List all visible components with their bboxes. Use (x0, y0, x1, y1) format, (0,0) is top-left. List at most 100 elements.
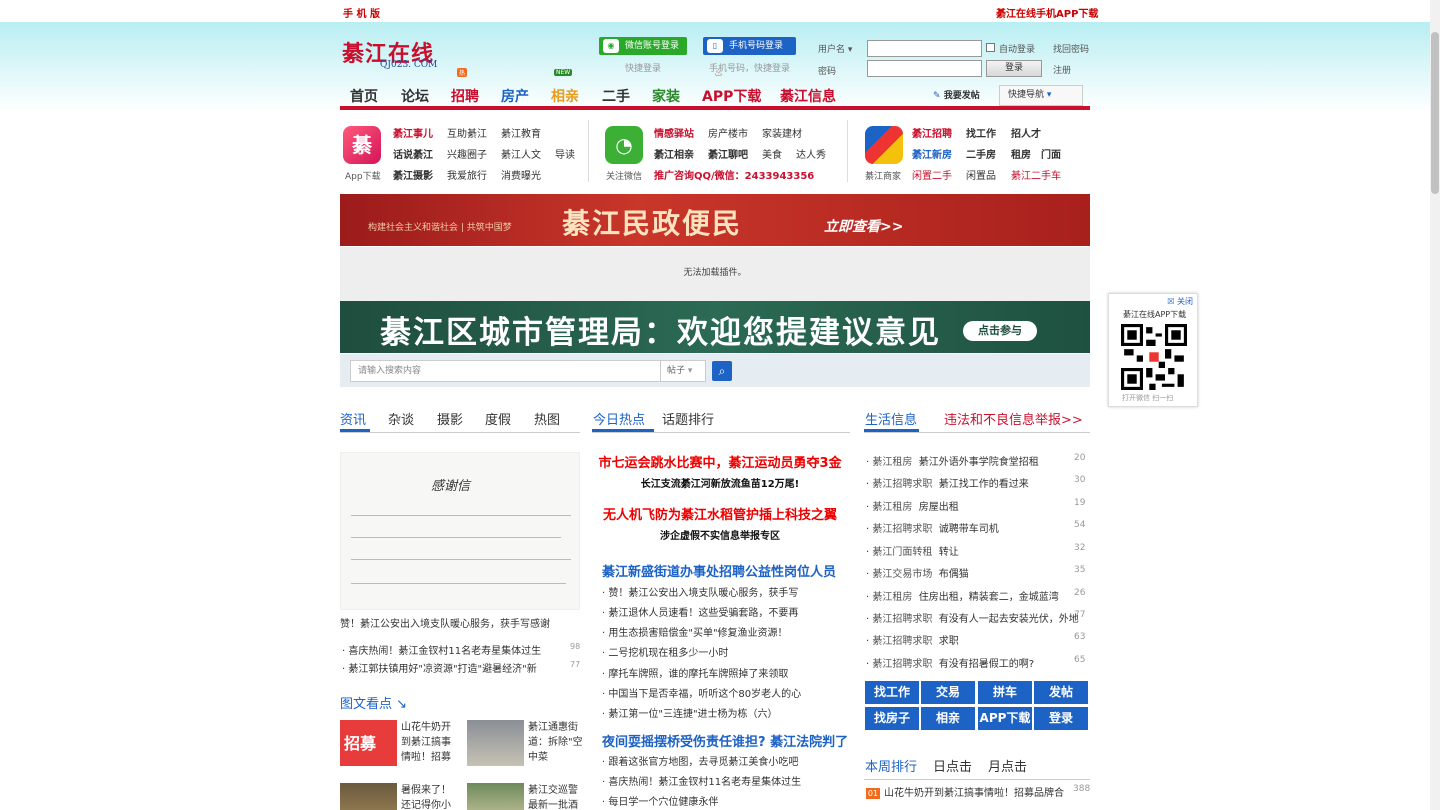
register-link[interactable]: 注册 (1053, 63, 1071, 76)
tab-photography[interactable]: 摄影 (437, 409, 463, 428)
search-input[interactable]: 请输入搜索内容 (350, 360, 670, 382)
list-item[interactable]: · 綦江交易市场 布偶猫 35 (866, 565, 1088, 580)
sub-headline[interactable]: 涉企虚假不实信息举报专区 (590, 527, 850, 542)
list-item[interactable]: · 喜庆热闹！綦江金钗村11名老寿星集体过生 (602, 773, 801, 788)
headline[interactable]: 无人机飞防为綦江水稻管护插上科技之翼 (590, 504, 850, 523)
link-guide[interactable]: 导读 (555, 146, 575, 161)
gallery-text[interactable]: 綦江交巡警最新一批酒 (528, 783, 584, 810)
link-hire[interactable]: 招人才 (1011, 125, 1041, 140)
nav-qijiang-info[interactable]: 綦江信息 (780, 86, 836, 106)
thank-you-letter-photo[interactable]: 感谢信 (340, 452, 580, 610)
app-download-icon[interactable]: 綦 (343, 126, 381, 164)
wechat-follow-icon[interactable]: ◔ (605, 126, 643, 164)
list-item[interactable]: · 每日学一个穴位健康永伴 (602, 793, 718, 808)
search-scope-select[interactable]: 帖子 ▾ (660, 360, 706, 382)
link-consumer-exposure[interactable]: 消费曝光 (501, 167, 541, 182)
nav-jobs[interactable]: 招聘 (451, 86, 479, 106)
list-item[interactable]: · 二号挖机现在租多少一小时 (602, 644, 728, 659)
gallery-thumb[interactable] (467, 720, 524, 766)
app-download-button[interactable]: APP下载 (978, 707, 1032, 730)
wechat-login-button[interactable]: ◉ 微信账号登录 (599, 37, 687, 55)
list-item[interactable]: · 綦江租房 房屋出租 19 (866, 498, 1088, 513)
scrollbar-thumb[interactable] (1431, 32, 1439, 194)
trade-button[interactable]: 交易 (921, 681, 975, 704)
phone-login-button[interactable]: ▯ 手机号码登录 (703, 37, 796, 55)
site-logo[interactable]: 綦江在线 QJ023. COM (342, 36, 437, 70)
gallery-thumb[interactable] (340, 783, 397, 810)
nav-home[interactable]: 首页 (350, 86, 378, 106)
username-input[interactable] (867, 40, 982, 57)
nav-forum[interactable]: 论坛 (401, 86, 429, 106)
link-travel[interactable]: 我爱旅行 (447, 167, 487, 182)
search-button[interactable]: ⌕ (712, 361, 732, 381)
auto-login-checkbox[interactable] (986, 43, 995, 52)
list-item[interactable]: · 綦江招聘求职 求职 63 (866, 632, 1088, 647)
dating-button[interactable]: 相亲 (921, 707, 975, 730)
list-item[interactable]: · 綦江退休人员速看！这些受骗套路，不要再 (602, 604, 798, 619)
banner-cta[interactable]: 点击参与 (963, 321, 1037, 341)
tab-topic-rank[interactable]: 话题排行 (662, 409, 714, 428)
link-second-hand-homes[interactable]: 二手房 (966, 146, 996, 161)
list-item[interactable]: · 綦江招聘求职 有没有招暑假工的啊? 65 (866, 655, 1088, 670)
link-building-materials[interactable]: 家装建材 (762, 125, 802, 140)
gallery-text[interactable]: 暑假来了！还记得你小 (401, 783, 457, 810)
rank-item[interactable]: 01 山花牛奶开到綦江搞事情啦！招募品牌合 388 (866, 784, 1090, 799)
gallery-thumb[interactable] (467, 783, 524, 810)
tab-today-hot[interactable]: 今日热点 (593, 409, 645, 428)
link-recruitment[interactable]: 綦江招聘 (912, 125, 952, 140)
tab-vacation[interactable]: 度假 (485, 409, 511, 428)
list-item[interactable]: · 綦江招聘求职 有没有人一起去安装光伏，外地 77 (866, 610, 1088, 625)
quick-nav-dropdown[interactable]: 快捷导航 ▾ (999, 85, 1083, 106)
mobile-version-link[interactable]: 手 机 版 (343, 5, 380, 20)
photo-caption[interactable]: 赞！綦江公安出入境支队暖心服务，获手写感谢 (340, 615, 550, 630)
tab-monthly-clicks[interactable]: 月点击 (988, 756, 1027, 775)
page-scrollbar[interactable] (1430, 0, 1440, 810)
list-item[interactable]: · 綦江招聘求职 诚聘带车司机 54 (866, 520, 1088, 535)
forgot-password-link[interactable]: 找回密码 (1053, 42, 1089, 55)
link-idle-items[interactable]: 闲置品 (966, 167, 996, 182)
link-used-cars[interactable]: 綦江二手车 (1011, 167, 1061, 182)
list-item[interactable]: · 中国当下是否幸福，听听这个80岁老人的心 (602, 685, 801, 700)
gallery-text[interactable]: 山花牛奶开到綦江搞事情啦！招募 (401, 720, 457, 765)
link-chat[interactable]: 綦江聊吧 (708, 146, 748, 161)
new-post-button[interactable]: 发帖 (1034, 681, 1088, 704)
sub-headline[interactable]: 长江支流綦江河新放流鱼苗12万尾! (590, 475, 850, 490)
link-idle-secondhand[interactable]: 闲置二手 (912, 167, 952, 182)
nav-secondhand[interactable]: 二手 (602, 86, 630, 106)
nav-dating[interactable]: 相亲 (551, 86, 579, 106)
tab-hot-images[interactable]: 热图 (534, 409, 560, 428)
link-new-homes[interactable]: 綦江新房 (912, 146, 952, 161)
nav-realestate[interactable]: 房产 (501, 86, 529, 106)
link-rent[interactable]: 租房 (1011, 146, 1031, 161)
nav-decoration[interactable]: 家装 (652, 86, 680, 106)
tab-weekly-rank[interactable]: 本周排行 (865, 756, 917, 775)
app-download-link[interactable]: 綦江在线手机APP下载 (996, 5, 1098, 20)
link-talk-qijiang[interactable]: 话说綦江 (393, 146, 433, 161)
link-talent-show[interactable]: 达人秀 (796, 146, 826, 161)
login-submit-button[interactable]: 登录 (986, 60, 1042, 77)
tab-news[interactable]: 资讯 (340, 409, 366, 428)
carpool-button[interactable]: 拼车 (978, 681, 1032, 704)
list-item[interactable]: · 綦江郭扶镇用好"凉资源"打造"避暑经济"新 77 (342, 660, 580, 675)
login-button[interactable]: 登录 (1034, 707, 1088, 730)
link-humanities[interactable]: 綦江人文 (501, 146, 541, 161)
list-item[interactable]: · 用生态损害赔偿金"买单"修复渔业资源！ (602, 624, 788, 639)
link-photography[interactable]: 綦江摄影 (393, 167, 433, 182)
list-item[interactable]: · 綦江租房 綦江外语外事学院食堂招租 20 (866, 453, 1088, 468)
banner-cta[interactable]: 立即查看>> (824, 216, 903, 236)
link-find-job[interactable]: 找工作 (966, 125, 996, 140)
gallery-title[interactable]: 图文看点 ↘ (340, 693, 407, 712)
link-emotion[interactable]: 情感驿站 (654, 125, 694, 140)
close-button[interactable]: ☒ 关闭 (1167, 296, 1193, 307)
featured-news[interactable]: 綦江新盛街道办事处招聘公益性岗位人员 (602, 561, 836, 580)
merchant-icon[interactable] (865, 126, 903, 164)
post-button[interactable]: ✎ 我要发帖 (933, 88, 980, 101)
list-item[interactable]: · 跟着这张官方地图，去寻觅綦江美食小吃吧 (602, 753, 798, 768)
list-item[interactable]: · 喜庆热闹！綦江金钗村11名老寿星集体过生 98 (342, 642, 580, 657)
headline[interactable]: 市七运会跳水比赛中，綦江运动员勇夺3金 (590, 452, 850, 471)
report-link[interactable]: 违法和不良信息举报>> (944, 409, 1083, 428)
tab-life-info[interactable]: 生活信息 (865, 409, 917, 428)
list-item[interactable]: · 摩托车牌照，谁的摩托车牌照掉了来领取 (602, 665, 788, 680)
find-house-button[interactable]: 找房子 (865, 707, 919, 730)
gallery-text[interactable]: 綦江通惠街道：拆除"空中菜 (528, 720, 584, 765)
